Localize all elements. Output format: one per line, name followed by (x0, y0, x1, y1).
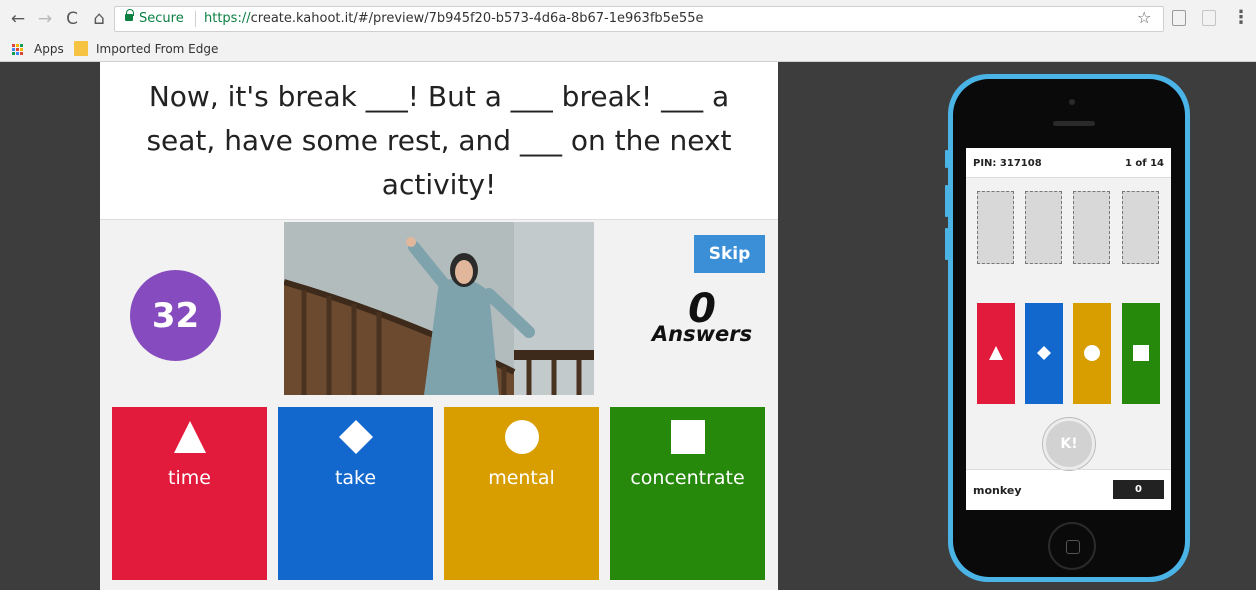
chrome-menu-icon[interactable]: ⋮ (1232, 8, 1250, 28)
home-icon[interactable]: ⌂ (89, 8, 109, 30)
bookmark-apps[interactable]: Apps (34, 41, 64, 57)
url-scheme: https:// (204, 11, 251, 26)
speaker-grille (1053, 121, 1095, 126)
reload-icon[interactable]: C (62, 8, 82, 30)
countdown-timer: 32 (130, 270, 221, 361)
answer-count-label: Answers (651, 322, 753, 346)
phone-body-area: K! (966, 178, 1171, 470)
square-icon (1133, 345, 1149, 361)
apps-grid-icon[interactable] (12, 44, 24, 56)
address-separator (195, 11, 196, 27)
triangle-icon (989, 346, 1003, 360)
folder-icon (74, 41, 88, 56)
back-icon[interactable]: ← (8, 8, 28, 30)
square-icon (671, 420, 705, 454)
url-path: create.kahoot.it/#/preview/7b945f20-b573… (250, 11, 704, 26)
question-progress: 1 of 14 (1124, 158, 1164, 169)
answer-slot (1073, 191, 1110, 264)
answer-option-blue[interactable]: take (278, 407, 433, 580)
circle-icon (1084, 345, 1100, 361)
phone-choice-yellow[interactable] (1073, 303, 1111, 404)
question-image (284, 222, 594, 395)
player-nickname: monkey (973, 484, 1022, 497)
address-bar[interactable]: Secure https://create.kahoot.it/#/previe… (114, 6, 1164, 32)
forward-icon[interactable]: → (35, 8, 55, 30)
answer-label: mental (488, 467, 555, 489)
answer-slot (1122, 191, 1159, 264)
bookmark-star-icon[interactable]: ☆ (1137, 8, 1151, 28)
game-pin: PIN: 317108 (973, 158, 1042, 169)
extension-icon-2[interactable] (1202, 10, 1216, 26)
answer-label: take (334, 467, 377, 489)
answer-slot (977, 191, 1014, 264)
phone-choice-blue[interactable] (1025, 303, 1063, 404)
skip-button[interactable]: Skip (694, 235, 765, 273)
phone-header: PIN: 317108 1 of 14 (966, 148, 1171, 178)
url-text[interactable]: https://create.kahoot.it/#/preview/7b945… (204, 11, 703, 26)
player-score: 0 (1113, 480, 1164, 499)
phone-choice-red[interactable] (977, 303, 1015, 404)
lock-icon (125, 9, 134, 23)
answer-option-green[interactable]: concentrate (610, 407, 765, 580)
diamond-icon (339, 420, 373, 454)
answer-option-red[interactable]: time (112, 407, 267, 580)
bookmark-imported-from-edge[interactable]: Imported From Edge (96, 41, 218, 57)
question-text: Now, it's break ___! But a ___ break! __… (100, 62, 778, 220)
browser-toolbar: ← → C ⌂ Secure https://create.kahoot.it/… (0, 0, 1256, 38)
diamond-icon (1037, 346, 1051, 360)
answer-slot (1025, 191, 1062, 264)
circle-icon (505, 420, 539, 454)
phone-footer: monkey 0 (966, 469, 1171, 510)
extension-icon[interactable] (1172, 10, 1186, 26)
answer-label: concentrate (630, 467, 745, 489)
game-preview: Now, it's break ___! But a ___ break! __… (100, 62, 778, 590)
answer-option-yellow[interactable]: mental (444, 407, 599, 580)
secure-label: Secure (139, 11, 184, 26)
camera-icon (1069, 99, 1075, 105)
phone-screen: PIN: 317108 1 of 14 K! monkey 0 (966, 148, 1171, 510)
answer-label: time (168, 467, 211, 489)
submit-k-button[interactable]: K! (1043, 418, 1095, 470)
home-button-icon (1048, 522, 1096, 570)
triangle-icon (174, 421, 206, 453)
phone-choice-green[interactable] (1122, 303, 1160, 404)
